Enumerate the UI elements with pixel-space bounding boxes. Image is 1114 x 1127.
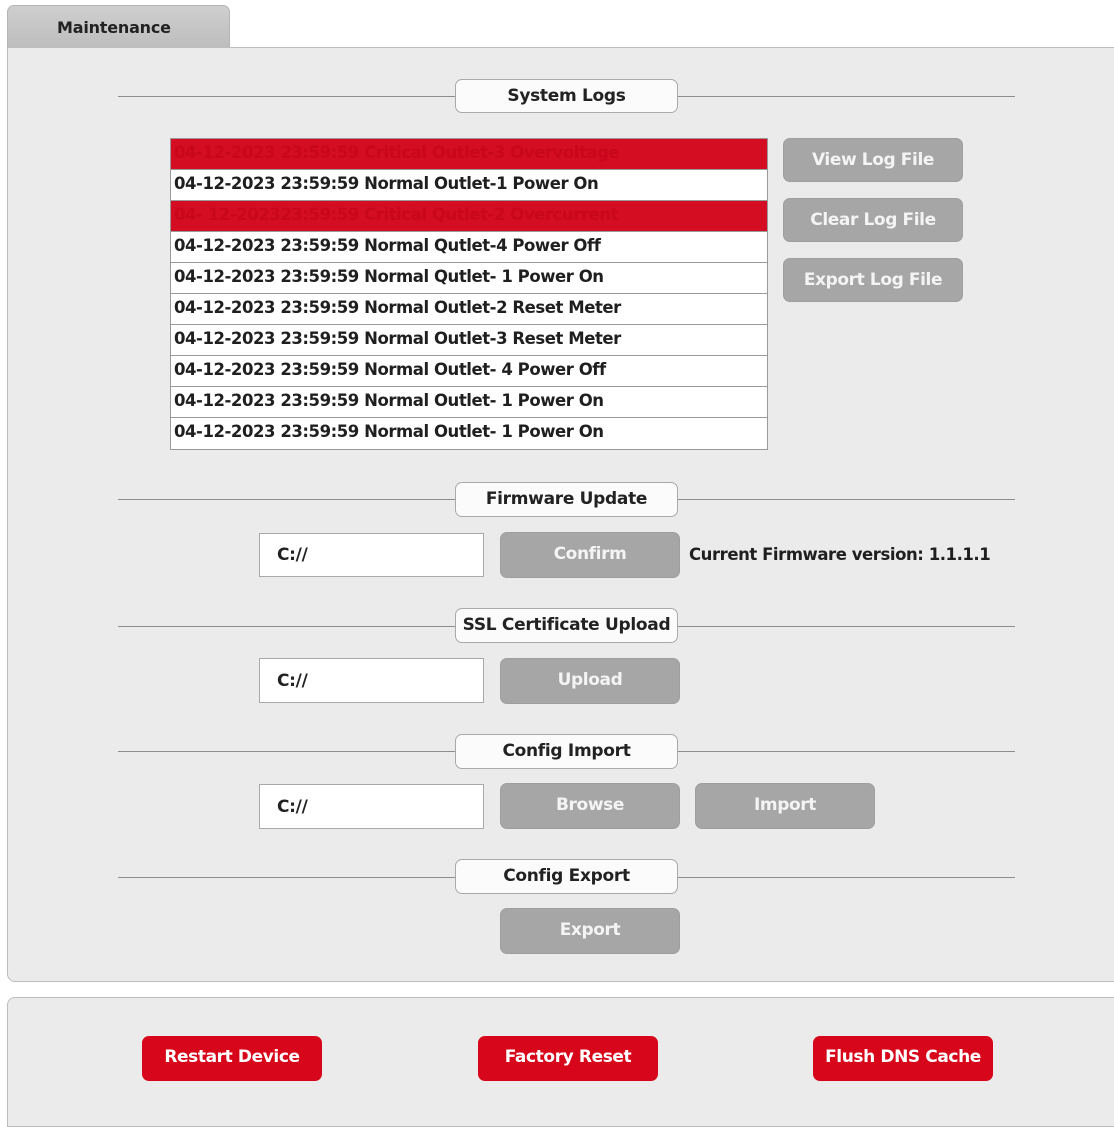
log-entry[interactable]: 04-12-2023 23:59:59 Normal Outlet-3 Rese… (171, 325, 767, 356)
ssl-certificate-upload-title: SSL Certificate Upload (455, 608, 678, 643)
confirm-firmware-button[interactable]: Confirm (500, 532, 680, 578)
log-entry[interactable]: 04-12-2023 23:59:59 Normal Outlet-1 Powe… (171, 170, 767, 201)
config-import-path-input[interactable] (259, 784, 484, 829)
section-divider-right (677, 751, 1015, 752)
ssl-certificate-path-input[interactable] (259, 658, 484, 703)
section-divider-right (677, 626, 1015, 627)
section-divider-left (118, 626, 456, 627)
section-divider-right (677, 877, 1015, 878)
factory-reset-button[interactable]: Factory Reset (478, 1036, 658, 1081)
flush-dns-cache-button[interactable]: Flush DNS Cache (813, 1036, 993, 1081)
log-entry[interactable]: 04-12-2023 23:59:59 Normal Outlet- 4 Pow… (171, 356, 767, 387)
system-logs-title: System Logs (455, 79, 678, 113)
config-export-title: Config Export (455, 859, 678, 894)
current-firmware-version: Current Firmware version: 1.1.1.1 (689, 545, 991, 564)
import-config-button[interactable]: Import (695, 783, 875, 829)
upload-certificate-button[interactable]: Upload (500, 658, 680, 704)
config-import-title: Config Import (455, 734, 678, 769)
browse-config-button[interactable]: Browse (500, 783, 680, 829)
section-divider-left (118, 751, 456, 752)
restart-device-button[interactable]: Restart Device (142, 1036, 322, 1081)
section-divider-left (118, 877, 456, 878)
log-entry[interactable]: 04-12-2023 23:59:59 Normal Qutlet-4 Powe… (171, 232, 767, 263)
log-entry-critical[interactable]: 04-12-2023 23:59:59 Critical Outlet-3 Ov… (171, 139, 767, 170)
log-entry[interactable]: 04-12-2023 23:59:59 Normal Outlet- 1 Pow… (171, 387, 767, 418)
firmware-path-input[interactable] (259, 533, 484, 577)
export-log-file-button[interactable]: Export Log File (783, 258, 963, 302)
section-divider-right (677, 96, 1015, 97)
view-log-file-button[interactable]: View Log File (783, 138, 963, 182)
log-entry[interactable]: 04-12-2023 23:59:59 Normal Qutlet- 1 Pow… (171, 263, 767, 294)
system-log-list[interactable]: 04-12-2023 23:59:59 Critical Outlet-3 Ov… (170, 138, 768, 450)
section-divider-left (118, 499, 456, 500)
log-entry-critical[interactable]: 04- 12-202323:59:59 Critical Qutlet-2 Ov… (171, 201, 767, 232)
firmware-update-title: Firmware Update (455, 482, 678, 517)
clear-log-file-button[interactable]: Clear Log File (783, 198, 963, 242)
export-config-button[interactable]: Export (500, 908, 680, 954)
tab-maintenance[interactable]: Maintenance (7, 5, 230, 48)
log-entry[interactable]: 04-12-2023 23:59:59 Normal Outlet-2 Rese… (171, 294, 767, 325)
section-divider-right (677, 499, 1015, 500)
section-divider-left (118, 96, 456, 97)
log-entry[interactable]: 04-12-2023 23:59:59 Normal Outlet- 1 Pow… (171, 418, 767, 449)
